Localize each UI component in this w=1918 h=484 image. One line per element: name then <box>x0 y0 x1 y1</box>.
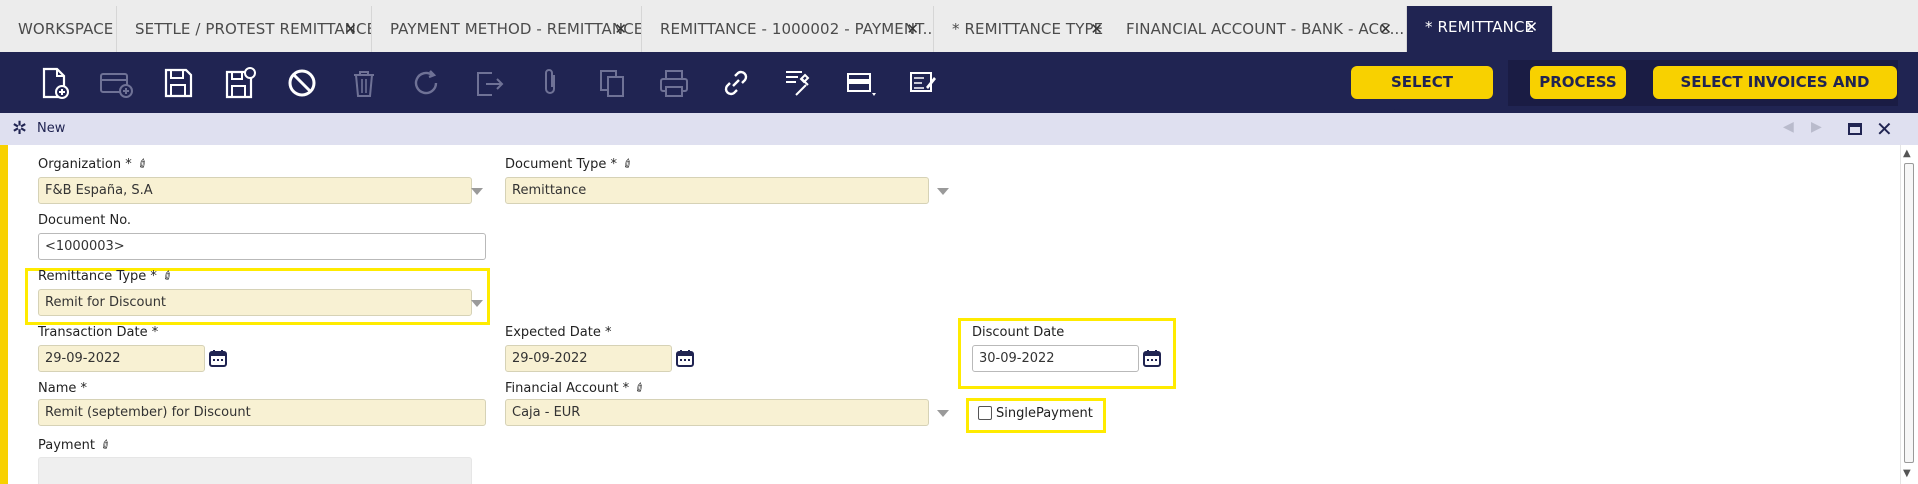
tab-label: REMITTANCE - 1000002 - PAYMENT... <box>660 20 934 38</box>
calendar-icon[interactable] <box>208 348 228 368</box>
link-pin-icon[interactable]: ✐ <box>620 155 636 172</box>
maximize-icon[interactable] <box>1848 123 1862 135</box>
audit-tools-icon[interactable] <box>778 63 818 103</box>
tab-payment-method-remittance[interactable]: PAYMENT METHOD - REMITTANCE ✕ <box>372 6 642 52</box>
link-pin-icon[interactable]: ✐ <box>98 436 114 453</box>
single-payment-label: SinglePayment <box>996 406 1093 421</box>
name-label: Name * <box>38 381 87 396</box>
organization-label: Organization * ✐ <box>38 155 151 173</box>
tab-label: FINANCIAL ACCOUNT - BANK - ACC... <box>1126 20 1405 38</box>
scroll-up-icon[interactable]: ▲ <box>1903 148 1911 159</box>
single-payment-checkbox[interactable] <box>978 406 992 420</box>
payment-label: Payment ✐ <box>38 436 115 454</box>
tab-label: * REMITTANCE TYPE <box>952 20 1104 38</box>
new-row-icon[interactable] <box>96 63 136 103</box>
attachment-icon[interactable] <box>530 63 570 103</box>
close-icon[interactable]: ✕ <box>906 6 919 52</box>
select-invoices-and-orders-button[interactable]: SELECT INVOICES AND ORDERS <box>1653 66 1897 124</box>
process-label: PROCESS <box>1539 73 1617 91</box>
export-icon[interactable] <box>468 63 508 103</box>
save-icon[interactable] <box>158 63 198 103</box>
organization-field[interactable]: F&B España, S.A <box>38 177 472 204</box>
document-no-field[interactable]: <1000003> <box>38 233 486 260</box>
name-field[interactable]: Remit (september) for Discount <box>38 399 486 426</box>
form-status-title: New <box>37 121 66 136</box>
close-icon[interactable]: ✕ <box>1379 6 1392 52</box>
transaction-date-label: Transaction Date * <box>38 325 159 340</box>
close-icon[interactable]: ✕ <box>344 6 357 52</box>
tab-label: SETTLE / PROTEST REMITTANCES <box>135 20 372 38</box>
close-form-icon[interactable]: ✕ <box>1876 117 1893 141</box>
chevron-down-icon[interactable] <box>937 410 949 417</box>
calendar-icon[interactable] <box>1142 348 1162 368</box>
close-icon[interactable]: ✕ <box>1090 6 1103 52</box>
print-icon[interactable] <box>654 63 694 103</box>
expected-date-label: Expected Date * <box>505 325 612 340</box>
new-document-icon[interactable] <box>34 63 74 103</box>
discount-date-label: Discount Date <box>972 325 1065 340</box>
close-icon[interactable]: ✕ <box>1525 6 1538 48</box>
financial-account-label: Financial Account * ✐ <box>505 379 649 397</box>
save-and-close-icon[interactable] <box>220 63 260 103</box>
expected-date-field[interactable]: 29-09-2022 <box>505 345 672 372</box>
link-pin-icon[interactable]: ✐ <box>135 155 151 172</box>
next-record-icon[interactable]: ▶ <box>1811 119 1822 135</box>
form-body: Organization * ✐ F&B España, S.A Document… <box>8 145 1900 484</box>
document-type-field[interactable]: Remittance <box>505 177 929 204</box>
link-icon[interactable] <box>716 63 756 103</box>
process-button[interactable]: PROCESS <box>1530 66 1626 99</box>
remittance-type-field[interactable]: Remit for Discount <box>38 289 472 316</box>
select-payments-button[interactable]: SELECT PAYMENTS <box>1351 66 1493 124</box>
tab-label: WORKSPACE <box>18 20 114 38</box>
notes-icon[interactable] <box>902 63 942 103</box>
chevron-down-icon[interactable] <box>471 300 483 307</box>
refresh-icon[interactable] <box>406 63 446 103</box>
close-icon[interactable]: ✕ <box>614 6 627 52</box>
tab-remittance-1000002[interactable]: REMITTANCE - 1000002 - PAYMENT... ✕ <box>642 6 934 52</box>
tab-label: * REMITTANCE <box>1425 18 1535 36</box>
toolbar: SELECT PAYMENTS PROCESS SELECT INVOICES … <box>0 52 1918 124</box>
form-edit-indicator <box>0 145 8 484</box>
form-view-icon[interactable] <box>840 63 880 103</box>
tab-workspace[interactable]: WORKSPACE <box>0 6 117 52</box>
new-record-icon: ✲ <box>12 118 28 139</box>
scrollbar-thumb[interactable] <box>1904 163 1914 463</box>
tab-remittance-type[interactable]: * REMITTANCE TYPE ✕ <box>934 6 1118 52</box>
delete-icon[interactable] <box>344 63 384 103</box>
form-status-bar: ✲ New ◀ ▶ ✕ <box>0 113 1918 145</box>
chevron-down-icon[interactable] <box>471 188 483 195</box>
discount-date-field[interactable]: 30-09-2022 <box>972 345 1139 372</box>
tab-financial-account[interactable]: FINANCIAL ACCOUNT - BANK - ACC... ✕ <box>1108 6 1407 52</box>
chevron-down-icon[interactable] <box>937 188 949 195</box>
calendar-icon[interactable] <box>675 348 695 368</box>
link-pin-icon[interactable]: ✐ <box>632 379 648 396</box>
document-type-label: Document Type * ✐ <box>505 155 637 173</box>
previous-record-icon[interactable]: ◀ <box>1783 119 1794 135</box>
scroll-down-icon[interactable]: ▼ <box>1903 468 1911 479</box>
remittance-type-label: Remittance Type * ✐ <box>38 267 177 285</box>
tab-label: PAYMENT METHOD - REMITTANCE <box>390 20 642 38</box>
tab-remittance-active[interactable]: * REMITTANCE ✕ <box>1407 6 1553 52</box>
document-no-label: Document No. <box>38 213 132 228</box>
financial-account-field[interactable]: Caja - EUR <box>505 399 929 426</box>
payment-field[interactable] <box>38 457 472 484</box>
transaction-date-field[interactable]: 29-09-2022 <box>38 345 205 372</box>
tab-settle-protest-remittances[interactable]: SETTLE / PROTEST REMITTANCES ✕ <box>117 6 372 52</box>
tab-bar: WORKSPACE SETTLE / PROTEST REMITTANCES ✕… <box>0 0 1918 52</box>
clone-icon[interactable] <box>592 63 632 103</box>
undo-icon[interactable] <box>282 63 322 103</box>
